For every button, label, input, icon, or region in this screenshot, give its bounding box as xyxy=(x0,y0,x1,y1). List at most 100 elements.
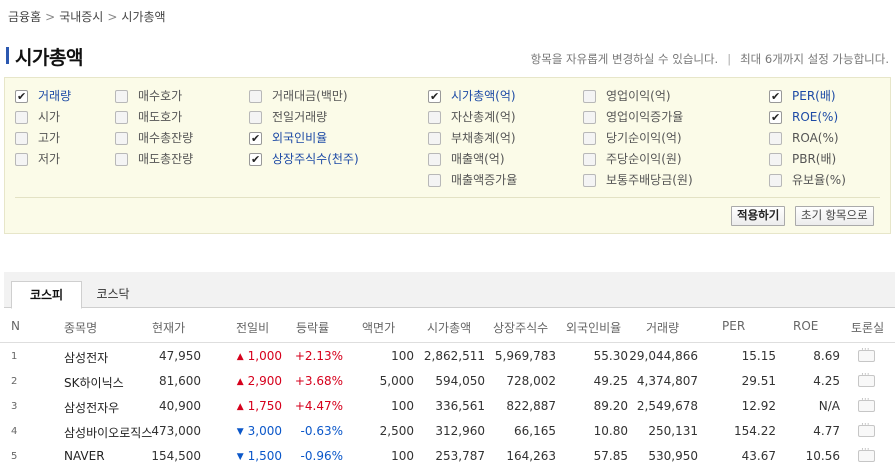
options-column: 영업이익(억) 영업이익증가율당기순이익(억) 주당순이익(원) 보통주배당금(원) xyxy=(583,86,693,191)
breadcrumb-current: 시가총액 xyxy=(121,10,166,24)
option-item[interactable]: 고가 xyxy=(15,128,71,149)
checkbox-checked[interactable] xyxy=(769,109,782,126)
option-item[interactable]: ROE(%) xyxy=(769,107,846,128)
option-item[interactable]: 보통주배당금(원) xyxy=(583,170,693,191)
tab-kospi[interactable]: 코스피 xyxy=(11,281,82,309)
option-item[interactable]: 시가총액(억) xyxy=(428,86,517,107)
option-label: 전일거래량 xyxy=(272,110,328,124)
stock-name-link[interactable]: NAVER xyxy=(64,449,105,463)
column-header: 현재가 xyxy=(152,321,186,335)
option-item[interactable]: 매출액증가율 xyxy=(428,170,517,191)
tab-kosdaq[interactable]: 코스닥 xyxy=(82,281,144,309)
checkbox[interactable] xyxy=(769,174,782,187)
option-item[interactable]: 매수총잔량 xyxy=(115,128,193,149)
cell-rate: +4.47% xyxy=(294,399,343,413)
cell-price: 81,600 xyxy=(159,374,201,388)
option-item[interactable]: 거래량 xyxy=(15,86,71,107)
option-label: 고가 xyxy=(38,131,61,145)
checkbox[interactable] xyxy=(583,90,596,103)
option-item[interactable]: 유보율(%) xyxy=(769,170,846,191)
breadcrumb-domestic-market[interactable]: 국내증시 xyxy=(59,10,103,24)
breadcrumb-separator: > xyxy=(45,10,56,24)
cell-par: 100 xyxy=(391,449,414,463)
reset-button[interactable]: 초기 항목으로 xyxy=(795,206,874,226)
checkbox[interactable] xyxy=(15,153,28,166)
speech-bubble-icon[interactable] xyxy=(858,420,875,437)
stock-name-link[interactable]: 삼성바이오로직스 xyxy=(64,424,152,441)
option-item[interactable]: 전일거래량 xyxy=(249,107,359,128)
stock-name-link[interactable]: 삼성전자 xyxy=(64,349,108,366)
checkbox[interactable] xyxy=(583,174,596,187)
checkbox-checked[interactable] xyxy=(15,88,28,105)
breadcrumb-finance-home[interactable]: 금융홈 xyxy=(8,10,41,24)
option-label: 주당순이익(원) xyxy=(606,152,682,166)
option-item[interactable]: 매수호가 xyxy=(115,86,193,107)
option-item[interactable]: 부채총계(억) xyxy=(428,128,517,149)
checkbox[interactable] xyxy=(15,111,28,124)
cell-par: 5,000 xyxy=(379,374,414,388)
table-row: 5 NAVER 154,500 ▼ 1,500 -0.96% 100 253,787 164,2… xyxy=(0,444,895,469)
stock-name-link[interactable]: SK하이닉스 xyxy=(64,374,124,391)
apply-button[interactable]: 적용하기 xyxy=(731,206,786,226)
breadcrumb-separator: > xyxy=(107,10,118,24)
option-label: 시가총액(억) xyxy=(451,89,516,103)
cell-foreign: 89.20 xyxy=(593,399,628,413)
checkbox-checked[interactable] xyxy=(769,88,782,105)
checkbox[interactable] xyxy=(769,153,782,166)
checkbox[interactable] xyxy=(115,111,128,124)
option-label: 저가 xyxy=(38,152,61,166)
speech-bubble-icon[interactable] xyxy=(858,445,875,462)
checkbox[interactable] xyxy=(115,132,128,145)
option-label: 당기순이익(억) xyxy=(606,131,682,145)
option-item[interactable]: 자산총계(억) xyxy=(428,107,517,128)
option-item[interactable]: PBR(배) xyxy=(769,149,846,170)
table-row: 1 삼성전자 47,950 ▲ 1,000 +2.13% 100 2,862,511 5,969… xyxy=(0,344,895,369)
option-item[interactable]: 영업이익증가율 xyxy=(583,107,693,128)
checkbox[interactable] xyxy=(583,153,596,166)
option-item[interactable]: 외국인비율 xyxy=(249,128,359,149)
checkbox-checked[interactable] xyxy=(249,151,262,168)
stock-name-link[interactable]: 삼성전자우 xyxy=(64,399,119,416)
speech-bubble-icon[interactable] xyxy=(858,395,875,412)
cell-roe: 4.77 xyxy=(813,424,840,438)
speech-bubble-icon[interactable] xyxy=(858,345,875,362)
option-item[interactable]: 주당순이익(원) xyxy=(583,149,693,170)
cell-volume: 250,131 xyxy=(648,424,698,438)
checkbox[interactable] xyxy=(249,90,262,103)
breadcrumb: 금융홈 > 국내증시 > 시가총액 xyxy=(8,8,166,25)
checkbox[interactable] xyxy=(583,132,596,145)
option-item[interactable]: 상장주식수(천주) xyxy=(249,149,359,170)
checkbox[interactable] xyxy=(15,132,28,145)
checkbox-checked[interactable] xyxy=(249,130,262,147)
checkbox[interactable] xyxy=(249,111,262,124)
option-item[interactable]: PER(배) xyxy=(769,86,846,107)
checkbox[interactable] xyxy=(428,132,441,145)
option-item[interactable]: 저가 xyxy=(15,149,71,170)
change-value: 3,000 xyxy=(247,424,282,438)
column-header: 전일비 xyxy=(236,321,270,335)
cell-rate: -0.63% xyxy=(300,424,343,438)
checkbox[interactable] xyxy=(428,174,441,187)
option-item[interactable]: 영업이익(억) xyxy=(583,86,693,107)
checkbox[interactable] xyxy=(769,132,782,145)
option-item[interactable]: 매도총잔량 xyxy=(115,149,193,170)
checkbox[interactable] xyxy=(428,153,441,166)
speech-bubble-icon[interactable] xyxy=(858,370,875,387)
option-item[interactable]: 매도호가 xyxy=(115,107,193,128)
column-header: 토론실 xyxy=(851,321,885,335)
checkbox[interactable] xyxy=(115,153,128,166)
option-item[interactable]: 거래대금(백만) xyxy=(249,86,359,107)
table-header: N 종목명 현재가 전일비 등락률 액면가 시가총액 상장주식수 외국인비율 거래량 PER ROE 토… xyxy=(0,310,895,343)
options-column: PER(배) ROE(%) ROA(%) PBR(배) 유보율(%) xyxy=(769,86,846,191)
option-item[interactable]: ROA(%) xyxy=(769,128,846,149)
checkbox[interactable] xyxy=(583,111,596,124)
title-note-left: 항목을 자유롭게 변경하실 수 있습니다. xyxy=(530,52,719,66)
option-item[interactable]: 시가 xyxy=(15,107,71,128)
cell-per: 154.22 xyxy=(734,424,776,438)
cell-par: 100 xyxy=(391,399,414,413)
checkbox[interactable] xyxy=(428,111,441,124)
option-item[interactable]: 당기순이익(억) xyxy=(583,128,693,149)
checkbox-checked[interactable] xyxy=(428,88,441,105)
checkbox[interactable] xyxy=(115,90,128,103)
option-item[interactable]: 매출액(억) xyxy=(428,149,517,170)
